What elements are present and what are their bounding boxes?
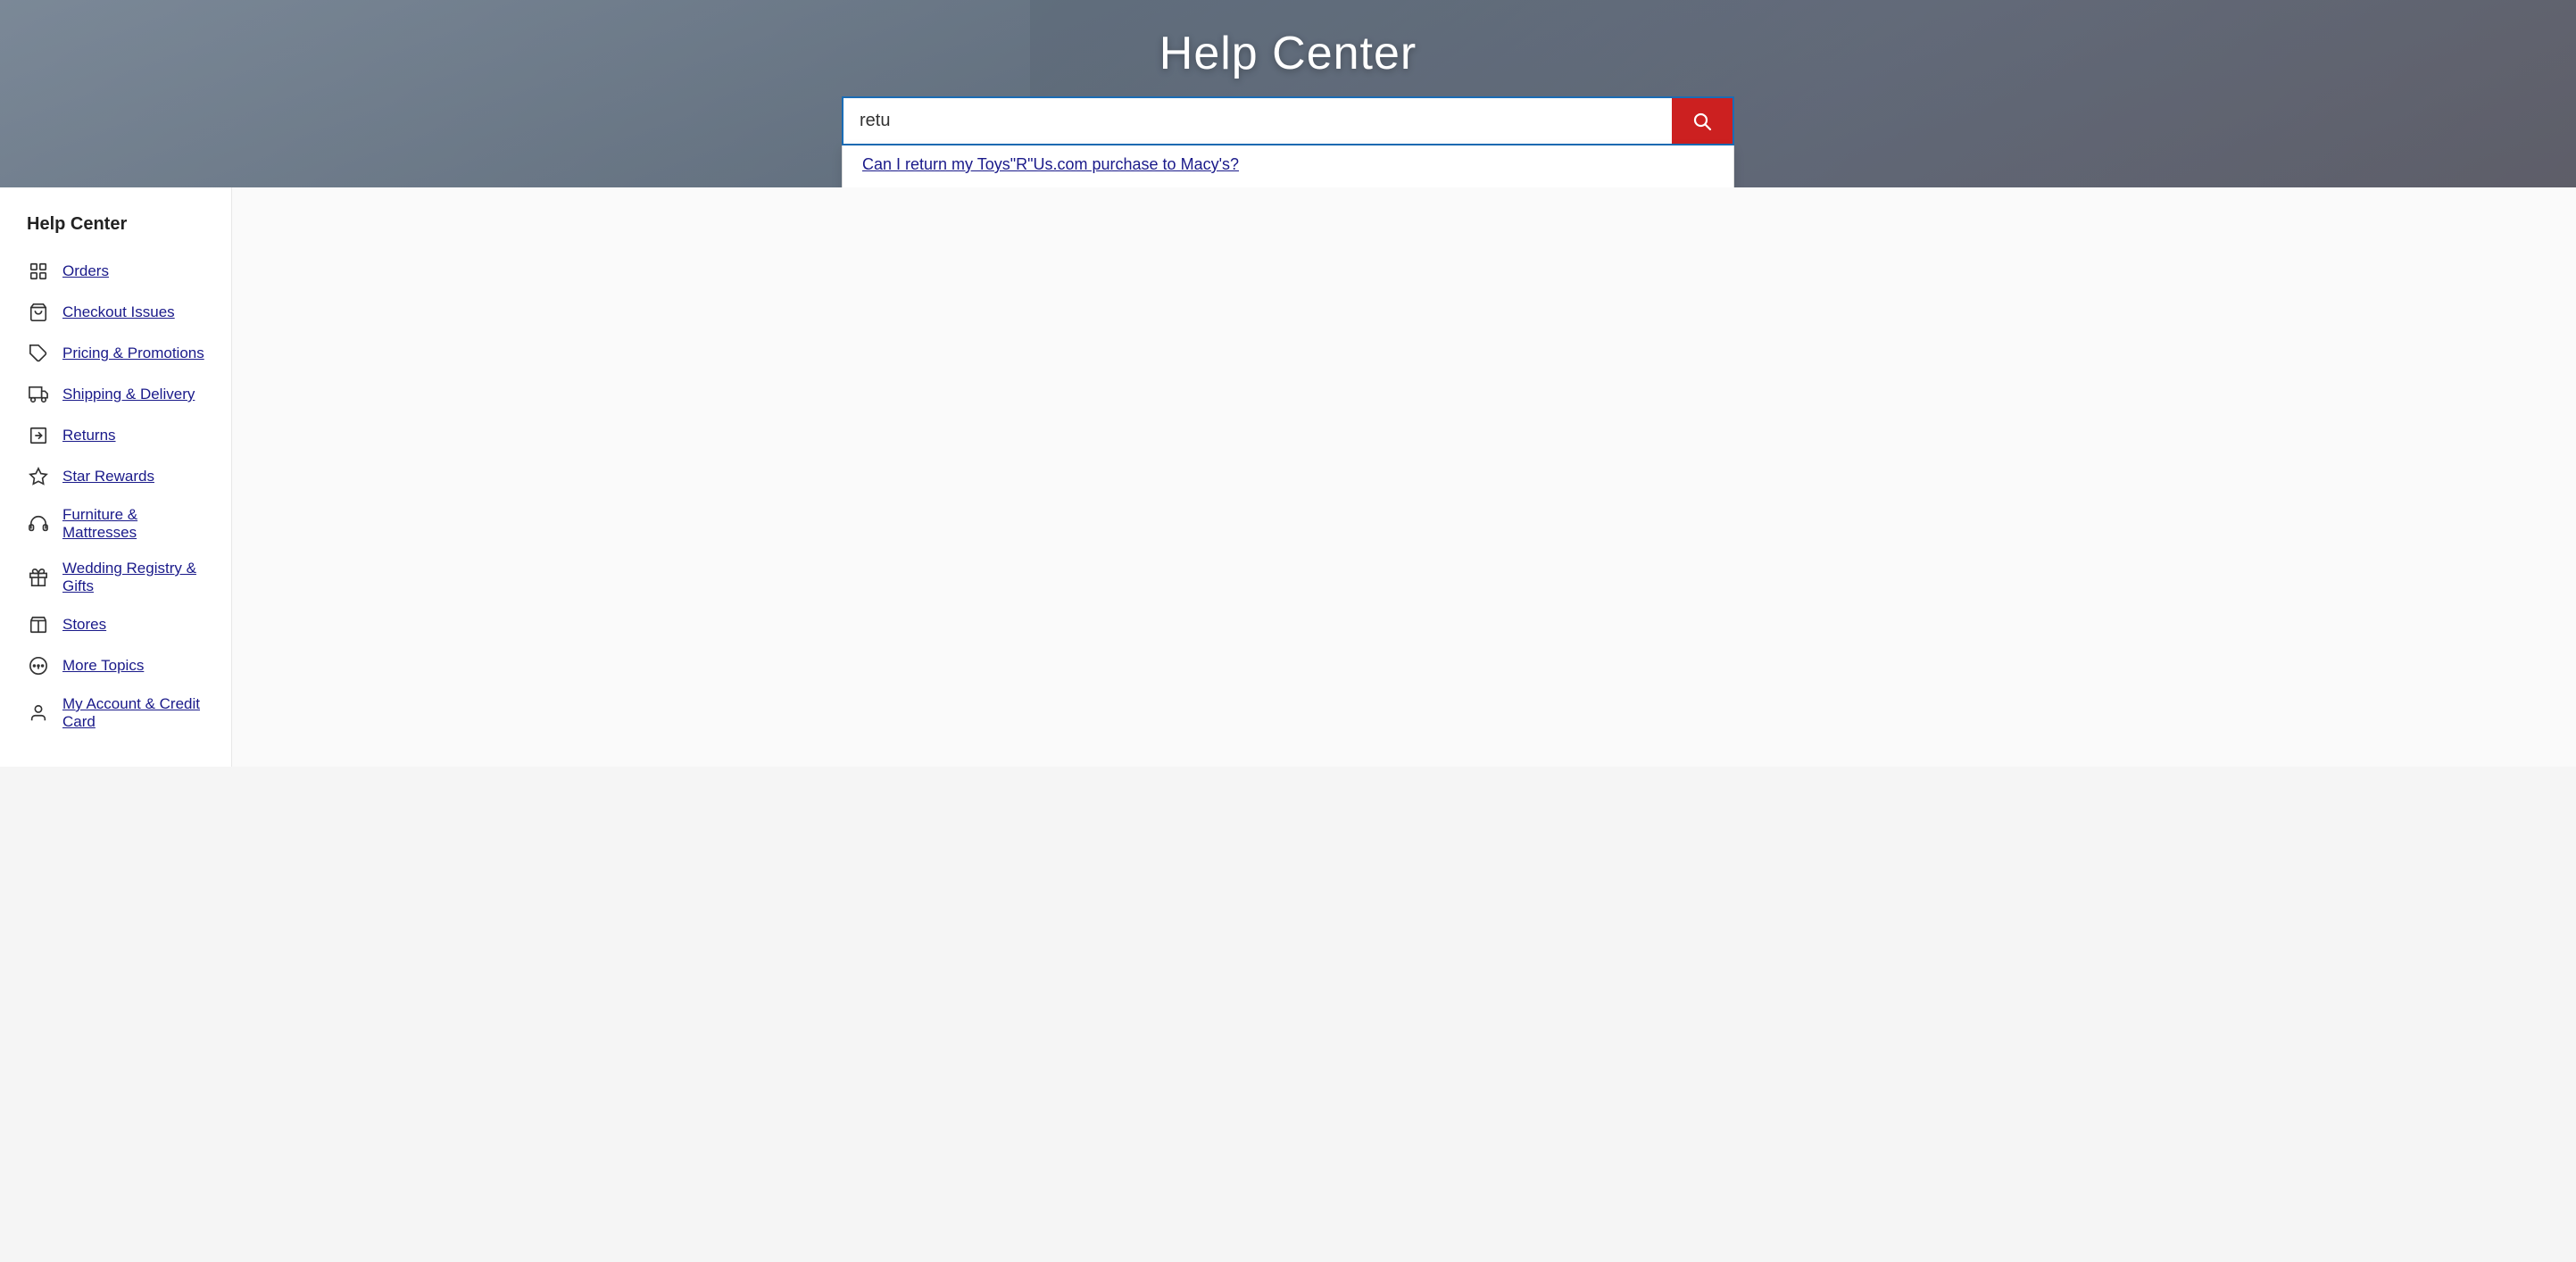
main-layout: Help Center Orders Checkout Issues Prici… xyxy=(0,187,2576,767)
search-bar xyxy=(842,96,1734,145)
sidebar-item-returns[interactable]: Returns xyxy=(27,415,213,456)
search-container: Can I return my Toys"R"Us.com purchase t… xyxy=(842,96,1734,145)
sidebar-item-star-rewards[interactable]: Star Rewards xyxy=(27,456,213,497)
sidebar-item-more-topics[interactable]: More Topics xyxy=(27,645,213,686)
sidebar-link-wedding[interactable]: Wedding Registry & Gifts xyxy=(62,560,213,595)
dropdown-item-0[interactable]: Can I return my Toys"R"Us.com purchase t… xyxy=(843,145,1733,184)
hero-section: Help Center Can I return my Toys"R"Us.co… xyxy=(0,0,2576,187)
cart-icon xyxy=(27,301,50,324)
search-icon xyxy=(1691,111,1713,132)
sidebar-link-checkout[interactable]: Checkout Issues xyxy=(62,303,175,321)
account-icon xyxy=(27,702,50,725)
search-button[interactable] xyxy=(1672,98,1733,144)
sidebar-link-orders[interactable]: Orders xyxy=(62,262,109,280)
gift-icon xyxy=(27,566,50,589)
sidebar: Help Center Orders Checkout Issues Prici… xyxy=(0,187,232,767)
search-input[interactable] xyxy=(843,98,1672,144)
sidebar-link-stores[interactable]: Stores xyxy=(62,616,106,634)
tag-icon xyxy=(27,342,50,365)
sidebar-nav: Orders Checkout Issues Pricing & Promoti… xyxy=(27,251,213,740)
star-icon xyxy=(27,465,50,488)
sidebar-title: Help Center xyxy=(27,214,213,235)
sidebar-link-account[interactable]: My Account & Credit Card xyxy=(62,695,213,731)
returns-icon xyxy=(27,424,50,447)
main-content xyxy=(232,187,2576,767)
sidebar-item-checkout[interactable]: Checkout Issues xyxy=(27,292,213,333)
sidebar-link-more-topics[interactable]: More Topics xyxy=(62,657,144,675)
sofa-icon xyxy=(27,512,50,536)
sidebar-link-returns[interactable]: Returns xyxy=(62,427,116,444)
sidebar-item-furniture[interactable]: Furniture & Mattresses xyxy=(27,497,213,551)
sidebar-link-star-rewards[interactable]: Star Rewards xyxy=(62,468,154,486)
sidebar-link-pricing[interactable]: Pricing & Promotions xyxy=(62,345,204,362)
sidebar-item-shipping[interactable]: Shipping & Delivery xyxy=(27,374,213,415)
sidebar-item-orders[interactable]: Orders xyxy=(27,251,213,292)
dropdown-item-1[interactable]: Need to make a Return? It's Easy! xyxy=(843,184,1733,187)
store-icon xyxy=(27,613,50,636)
more-icon xyxy=(27,654,50,677)
sidebar-link-furniture[interactable]: Furniture & Mattresses xyxy=(62,506,213,542)
truck-icon xyxy=(27,383,50,406)
sidebar-item-stores[interactable]: Stores xyxy=(27,604,213,645)
sidebar-item-wedding[interactable]: Wedding Registry & Gifts xyxy=(27,551,213,604)
orders-icon xyxy=(27,260,50,283)
sidebar-link-shipping[interactable]: Shipping & Delivery xyxy=(62,386,195,403)
page-title: Help Center xyxy=(1159,27,1417,80)
search-dropdown: Can I return my Toys"R"Us.com purchase t… xyxy=(842,145,1734,187)
sidebar-item-account[interactable]: My Account & Credit Card xyxy=(27,686,213,740)
sidebar-item-pricing[interactable]: Pricing & Promotions xyxy=(27,333,213,374)
